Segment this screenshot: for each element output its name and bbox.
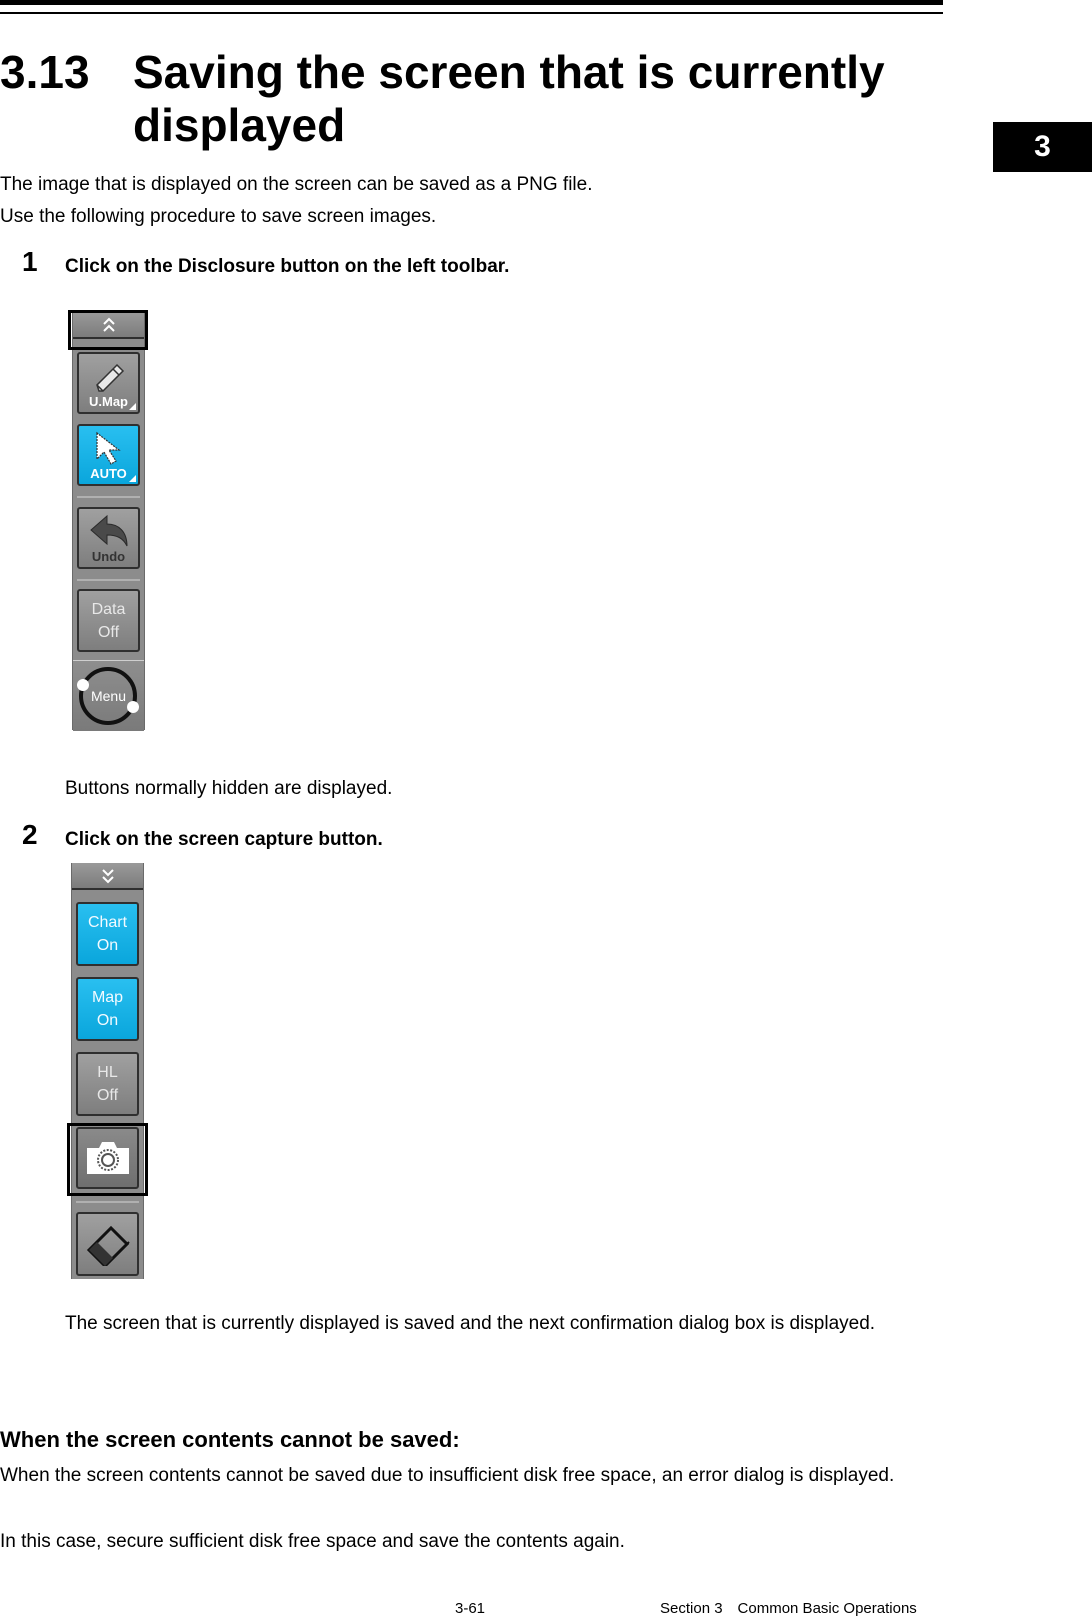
step-2-instruction: Click on the screen capture button.: [65, 829, 383, 850]
cursor-arrow-icon: [95, 431, 121, 465]
auto-mode-label: AUTO: [90, 466, 127, 481]
undo-button[interactable]: Undo: [77, 507, 140, 569]
eraser-icon: [86, 1225, 130, 1266]
page-number: 3-61: [455, 1600, 486, 1617]
footer-section: Section 3 Common Basic Operations: [660, 1600, 917, 1617]
step-2-number: 2: [22, 819, 38, 850]
toolbar-separator: [76, 1201, 139, 1203]
map-on-button[interactable]: Map On: [76, 977, 139, 1041]
hl-off-button[interactable]: HL Off: [76, 1052, 139, 1116]
hl-off-label-line2: Off: [96, 1087, 119, 1104]
left-toolbar-hidden-buttons-figure: Chart On Map On HL Off: [71, 863, 144, 1279]
pencil-icon: [95, 363, 124, 392]
header-rule-thick: [0, 0, 943, 5]
note-body-1: When the screen contents cannot be saved…: [0, 1465, 895, 1486]
undo-label: Undo: [91, 549, 126, 564]
data-off-label-line2: Off: [97, 623, 120, 641]
step-1-instruction: Click on the Disclosure button on the le…: [65, 256, 510, 277]
step-2-result: The screen that is currently displayed i…: [65, 1313, 876, 1334]
data-off-label-line1: Data: [91, 600, 126, 618]
eraser-button[interactable]: [76, 1212, 139, 1276]
intro-line-2: Use the following procedure to save scre…: [0, 206, 437, 227]
chart-on-button[interactable]: Chart On: [76, 902, 139, 966]
disclosure-button-highlight: [68, 310, 148, 350]
double-chevron-down-icon: [101, 869, 114, 884]
hl-off-label-line1: HL: [97, 1064, 118, 1081]
map-on-label-line1: Map: [91, 989, 124, 1006]
map-on-label-line2: On: [96, 1012, 119, 1029]
section-number: 3.13: [0, 46, 90, 98]
screen-capture-button-highlight: [67, 1123, 148, 1196]
user-map-label: U.Map: [89, 394, 128, 409]
step-1-number: 1: [22, 246, 38, 277]
undo-arrow-icon: [89, 514, 127, 547]
menu-button[interactable]: Menu: [73, 660, 144, 731]
chapter-tab: 3: [993, 122, 1092, 172]
collapse-button[interactable]: [72, 863, 143, 890]
auto-mode-button[interactable]: AUTO: [77, 424, 140, 486]
intro-line-1: The image that is displayed on the scree…: [0, 174, 593, 195]
submenu-corner-icon: [129, 475, 136, 482]
left-toolbar-expanded-figure: U.Map AUTO Undo Data Off Menu: [72, 312, 145, 731]
toolbar-separator: [77, 496, 140, 498]
menu-label: Menu: [90, 688, 127, 704]
chart-on-label-line1: Chart: [87, 914, 128, 931]
toolbar-separator: [77, 579, 140, 581]
header-rule-thin: [0, 12, 943, 14]
user-map-button[interactable]: U.Map: [77, 352, 140, 414]
submenu-corner-icon: [129, 403, 136, 410]
chart-on-label-line2: On: [96, 937, 119, 954]
section-title: Saving the screen that is currently disp…: [133, 46, 885, 151]
note-heading: When the screen contents cannot be saved…: [0, 1427, 460, 1452]
step-1-result: Buttons normally hidden are displayed.: [65, 778, 393, 799]
note-body-2: In this case, secure sufficient disk fre…: [0, 1531, 625, 1552]
data-off-button[interactable]: Data Off: [77, 589, 140, 652]
